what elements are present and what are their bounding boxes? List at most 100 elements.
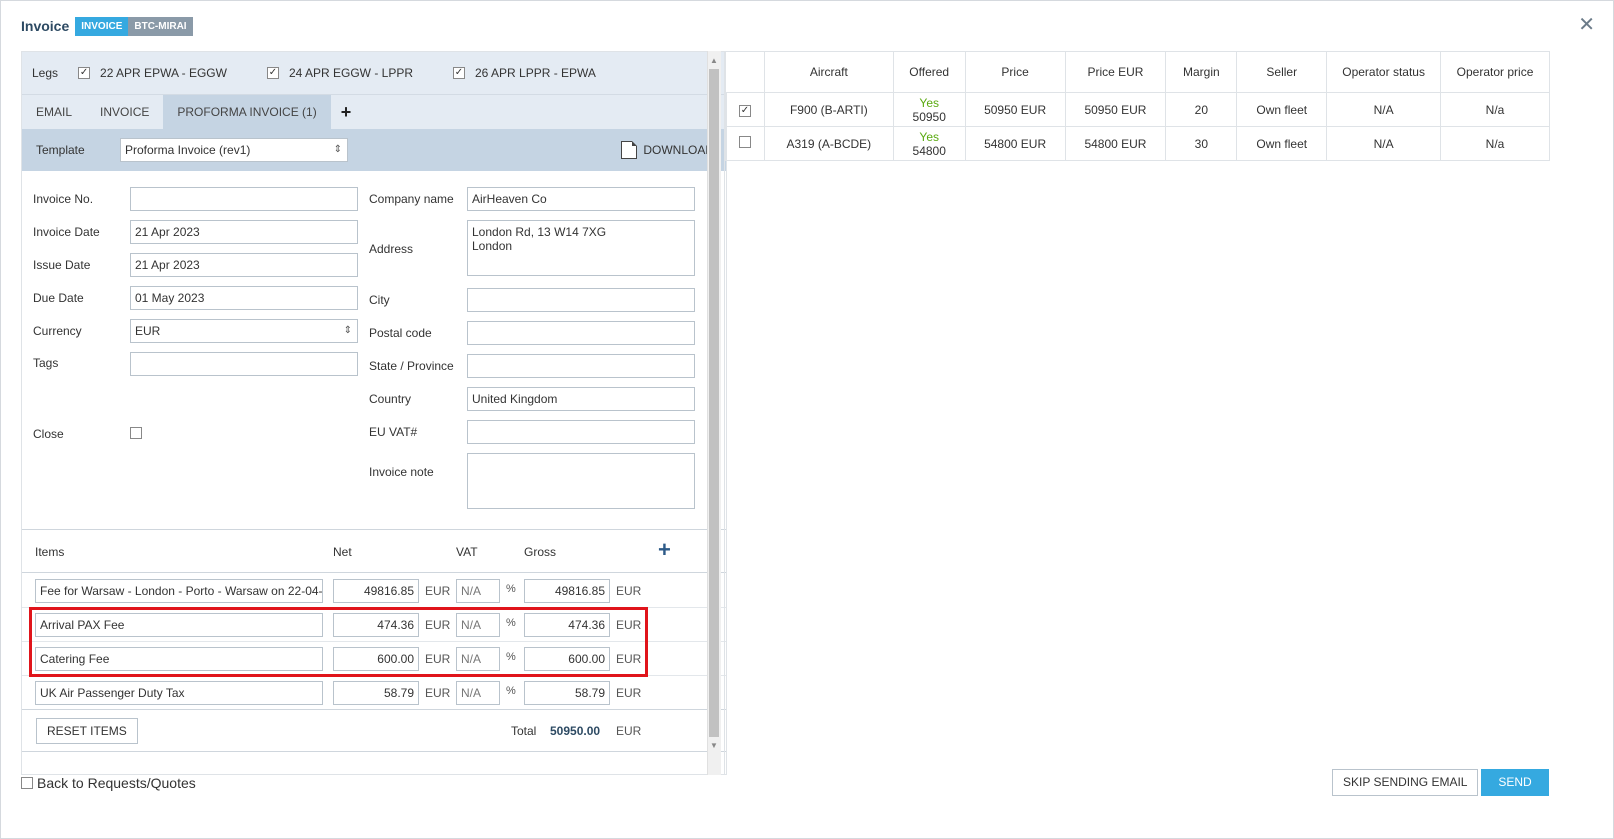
table-row[interactable]: A319 (A-BCDE) Yes 54800 54800 EUR 54800 E…	[725, 126, 1550, 161]
country-input[interactable]: United Kingdom	[467, 387, 695, 411]
select-arrows-icon: ⇕	[343, 325, 352, 336]
divider	[22, 572, 726, 573]
address-line: London	[472, 239, 513, 253]
address-label: Address	[369, 242, 414, 256]
row-select-cell[interactable]: ✓	[725, 92, 765, 127]
invoice-no-label: Invoice No.	[33, 192, 94, 206]
leg-label: 24 APR EGGW - LPPR	[288, 66, 413, 80]
reset-items-button[interactable]: RESET ITEMS	[36, 718, 138, 744]
leg-label: 22 APR EPWA - EGGW	[100, 66, 227, 80]
tab-invoice[interactable]: INVOICE	[86, 95, 163, 129]
state-label: State / Province	[369, 359, 454, 373]
invoice-dialog: Invoice INVOICE BTC-MIRAI ✕ Legs ✓ 22 APR…	[0, 0, 1614, 839]
table-header-row: Aircraft Offered Price Price EUR Margin …	[725, 51, 1550, 93]
template-select[interactable]: Proforma Invoice (rev1) ⇕	[120, 138, 348, 162]
close-checkbox[interactable]	[130, 427, 142, 439]
dialog-title: Invoice	[21, 18, 70, 34]
item-vat-input[interactable]: N/A	[456, 579, 500, 603]
checkbox-checked-icon[interactable]: ✓	[738, 105, 751, 117]
leg-item[interactable]: ✓ 24 APR EGGW - LPPR	[266, 66, 413, 80]
city-input[interactable]	[467, 288, 695, 312]
aircraft-table: Aircraft Offered Price Price EUR Margin …	[725, 51, 1550, 161]
divider	[22, 529, 726, 530]
item-name-input[interactable]: Fee for Warsaw - London - Porto - Warsaw…	[35, 579, 323, 603]
tags-label: Tags	[33, 356, 59, 370]
state-input[interactable]	[467, 354, 695, 378]
column-header[interactable]: Seller	[1236, 51, 1328, 93]
item-gross-input[interactable]: 58.79	[524, 681, 610, 705]
operator-price-cell: N/a	[1440, 92, 1550, 127]
download-button[interactable]: DOWNLOAD	[621, 141, 714, 159]
back-to-requests-toggle[interactable]: Back to Requests/Quotes	[21, 775, 196, 791]
total-value: 50950.00	[550, 724, 601, 738]
column-header[interactable]: Aircraft	[763, 51, 894, 93]
template-bar: Template Proforma Invoice (rev1) ⇕ DOWNLO…	[22, 129, 726, 171]
price-cell: 50950 EUR	[964, 92, 1066, 127]
back-to-requests-label: Back to Requests/Quotes	[37, 775, 196, 791]
select-column-header	[725, 51, 765, 93]
offered-yes: Yes	[919, 129, 939, 144]
leg-item[interactable]: ✓ 26 APR LPPR - EPWA	[453, 66, 596, 80]
eu-vat-input[interactable]	[467, 420, 695, 444]
vat-header: VAT	[456, 545, 478, 559]
invoice-date-label: Invoice Date	[33, 225, 100, 239]
checkbox-checked-icon[interactable]: ✓	[266, 67, 279, 79]
download-label: DOWNLOAD	[643, 143, 714, 157]
currency-select[interactable]: EUR ⇕	[130, 319, 358, 343]
add-tab-icon[interactable]: +	[331, 95, 362, 129]
item-gross-input[interactable]: 49816.85	[524, 579, 610, 603]
address-textarea[interactable]: London Rd, 13 W14 7XG London	[467, 220, 695, 276]
due-date-label: Due Date	[33, 291, 84, 305]
checkbox-checked-icon[interactable]: ✓	[78, 67, 91, 79]
address-line: London Rd, 13 W14 7XG	[472, 225, 607, 239]
net-currency: EUR	[425, 584, 451, 598]
template-label: Template	[36, 143, 85, 157]
table-row[interactable]: ✓ F900 (B-ARTI) Yes 50950 50950 EUR 50950…	[725, 92, 1550, 127]
item-vat-input[interactable]: N/A	[456, 681, 500, 705]
margin-cell: 30	[1165, 126, 1238, 161]
aircraft-table-panel: Aircraft Offered Price Price EUR Margin …	[724, 51, 1550, 775]
city-label: City	[369, 293, 390, 307]
postal-code-input[interactable]	[467, 321, 695, 345]
issue-date-input[interactable]: 21 Apr 2023	[130, 253, 358, 277]
tags-input[interactable]	[130, 352, 358, 376]
seller-cell: Own fleet	[1236, 126, 1328, 161]
column-header[interactable]: Offered	[892, 51, 966, 93]
item-net-input[interactable]: 58.79	[333, 681, 419, 705]
invoice-note-textarea[interactable]	[467, 453, 695, 509]
scroll-up-icon[interactable]: ▲	[710, 56, 718, 65]
percent-sign: %	[506, 583, 516, 595]
dialog-header: Invoice INVOICE BTC-MIRAI	[21, 15, 193, 37]
pdf-icon	[621, 141, 638, 159]
column-header[interactable]: Operator status	[1326, 51, 1442, 93]
add-item-icon[interactable]: +	[658, 537, 671, 563]
column-header[interactable]: Price	[964, 51, 1066, 93]
invoice-no-input[interactable]	[130, 187, 358, 211]
checkbox-icon[interactable]	[738, 136, 751, 148]
column-header[interactable]: Margin	[1165, 51, 1238, 93]
column-header[interactable]: Operator price	[1440, 51, 1550, 93]
scrollbar-thumb[interactable]	[709, 69, 719, 737]
operator-status-cell: N/A	[1326, 126, 1442, 161]
due-date-input[interactable]: 01 May 2023	[130, 286, 358, 310]
template-value: Proforma Invoice (rev1)	[125, 143, 251, 157]
scroll-down-icon[interactable]: ▼	[710, 741, 718, 750]
invoice-date-input[interactable]: 21 Apr 2023	[130, 220, 358, 244]
close-icon[interactable]: ✕	[1578, 15, 1595, 35]
skip-sending-email-button[interactable]: SKIP SENDING EMAIL	[1332, 769, 1479, 796]
item-name-input[interactable]: UK Air Passenger Duty Tax	[35, 681, 323, 705]
item-net-input[interactable]: 49816.85	[333, 579, 419, 603]
checkbox-icon[interactable]	[21, 777, 33, 789]
margin-cell: 20	[1165, 92, 1238, 127]
leg-item[interactable]: ✓ 22 APR EPWA - EGGW	[78, 66, 227, 80]
column-header[interactable]: Price EUR	[1064, 51, 1167, 93]
legs-bar: Legs ✓ 22 APR EPWA - EGGW ✓ 24 APR EGGW - …	[22, 52, 726, 95]
net-currency: EUR	[425, 686, 451, 700]
company-name-input[interactable]: AirHeaven Co	[467, 187, 695, 211]
send-button[interactable]: SEND	[1481, 769, 1549, 796]
offered-yes: Yes	[919, 95, 939, 110]
checkbox-checked-icon[interactable]: ✓	[453, 67, 465, 79]
tab-proforma-invoice[interactable]: PROFORMA INVOICE (1)	[163, 95, 331, 129]
row-select-cell[interactable]	[725, 126, 765, 161]
tab-email[interactable]: EMAIL	[22, 95, 86, 129]
